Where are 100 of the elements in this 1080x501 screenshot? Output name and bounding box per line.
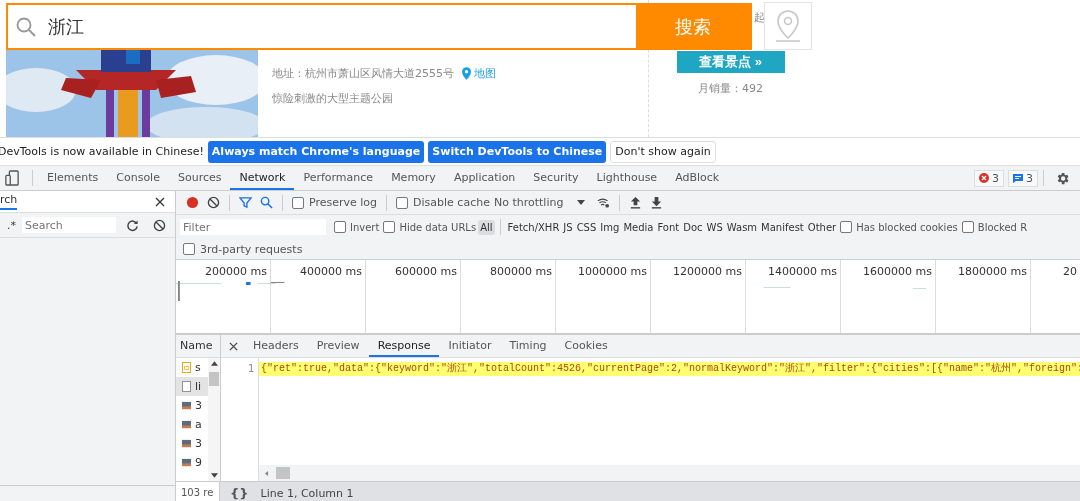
horizontal-scrollbar[interactable] [259,465,1080,481]
panel-tab[interactable]: Application [444,166,525,190]
detail-tab[interactable]: Headers [244,335,308,357]
line-number: 1 [247,363,254,374]
detail-tab[interactable]: Initiator [439,335,501,357]
type-filter-button[interactable]: Media [621,219,656,235]
request-row[interactable]: 3 [176,434,208,453]
timeline-tick-label: 600000 ms [395,265,457,278]
type-filter-button[interactable]: Fetch/XHR [505,219,562,235]
document-icon [182,381,191,392]
checkbox-option[interactable]: Disable cache [396,196,490,209]
filter-input[interactable]: Filter [180,219,326,235]
description-text: 惊险刺激的大型主题公园 [272,91,394,106]
device-toolbar-icon[interactable] [5,170,19,186]
checkbox-option[interactable]: 3rd-party requests [183,242,303,256]
type-filter-button[interactable]: CSS [574,219,599,235]
request-name: s [195,361,201,374]
type-filter-button[interactable]: Manifest [759,219,806,235]
search-panel-title: rch [0,193,18,210]
request-row[interactable]: a [176,415,208,434]
type-filter-button[interactable]: Other [805,219,839,235]
request-name: 3 [195,437,202,450]
download-icon[interactable] [650,196,664,209]
timeline-tick-label: 20 [1063,265,1077,278]
panel-tab[interactable]: Lighthouse [587,166,667,190]
panel-tab[interactable]: Sources [168,166,231,190]
type-filter-button[interactable]: WS [704,219,725,235]
caret-icon [577,200,586,205]
checkbox-option[interactable]: Invert [334,221,380,233]
timeline-tick-label: 1000000 ms [578,265,647,278]
scroll-down-arrow-icon[interactable] [210,473,218,478]
message-count-badge[interactable]: 3 [1008,169,1038,187]
name-column-header[interactable]: Name [176,335,220,358]
type-filter-button[interactable]: JS [561,219,575,235]
detail-tab[interactable]: Timing [500,335,556,357]
type-filter-button[interactable]: Font [655,219,682,235]
type-filter-button[interactable]: Img [598,219,622,235]
panel-tab[interactable]: Console [107,166,169,190]
detail-tab[interactable]: Preview [307,335,369,357]
monthly-sales-text: 月销量：492 [698,81,763,96]
scrollbar-thumb[interactable] [209,372,219,386]
panel-tab[interactable]: Performance [294,166,383,190]
script-file-icon [182,362,191,373]
checkbox-option[interactable]: Has blocked cookies [840,221,958,233]
image-thumbnail-icon [182,457,191,468]
language-button[interactable]: Don't show again [610,140,716,163]
panel-tab[interactable]: AdBlock [666,166,729,190]
close-icon[interactable] [155,196,165,207]
partial-label: 起 [754,10,765,25]
request-row[interactable]: li [176,377,208,396]
error-count-badge[interactable]: 3 [974,169,1004,187]
detail-tab[interactable]: Cookies [555,335,617,357]
request-name: li [195,380,202,393]
scrollbar-thumb[interactable] [276,467,290,479]
language-button[interactable]: Switch DevTools to Chinese [428,140,607,163]
upload-icon[interactable] [629,196,643,209]
search-input[interactable]: Search [22,217,116,233]
type-filter-button[interactable]: All [478,219,495,235]
image-thumbnail-icon [182,419,191,430]
throttling-dropdown[interactable]: No throttling [493,196,586,209]
search-icon [16,16,36,37]
scroll-left-arrow-icon[interactable] [263,470,270,476]
refresh-icon[interactable] [126,218,139,232]
settings-icon[interactable] [1055,170,1070,186]
panel-tab[interactable]: Security [524,166,588,190]
record-icon[interactable] [186,196,199,209]
checkbox-option[interactable]: Hide data URLs [383,221,477,233]
close-icon[interactable] [229,341,238,351]
timeline-tick-label: 200000 ms [205,265,267,278]
address-text: 地址：杭州市萧山区风情大道2555号 [272,66,454,81]
language-button[interactable]: Always match Chrome's language [207,140,425,163]
filter-icon[interactable] [239,196,252,209]
timeline-tick-label: 800000 ms [490,265,552,278]
panel-tab[interactable]: Memory [382,166,445,190]
request-row[interactable]: 3 [176,396,208,415]
type-filter-button[interactable]: Doc [681,219,705,235]
checkbox-option[interactable]: Preserve log [292,196,378,209]
cursor-position-text: Line 1, Column 1 [260,486,354,500]
search-icon[interactable] [260,196,273,209]
timeline-tick-label: 1800000 ms [958,265,1027,278]
clear-icon[interactable] [153,218,166,232]
pretty-print-button[interactable]: {} [230,485,249,501]
image-thumbnail-icon [182,438,191,449]
scroll-up-arrow-icon[interactable] [210,361,218,366]
request-row[interactable]: 9 [176,453,208,472]
map-pin-icon [462,67,471,80]
type-filter-button[interactable]: Wasm [724,219,760,235]
request-name: 9 [195,456,202,469]
request-name: 3 [195,399,202,412]
timeline-tick-label: 1600000 ms [863,265,932,278]
panel-tab[interactable]: Elements [38,166,108,190]
vertical-scrollbar[interactable] [208,358,220,481]
detail-tab[interactable]: Response [368,335,440,357]
wifi-settings-icon[interactable] [597,196,611,209]
clear-icon[interactable] [207,196,220,209]
request-row[interactable]: s [176,358,208,377]
timeline-tick-label: 400000 ms [300,265,362,278]
regex-toggle[interactable]: .* [7,218,16,232]
image-thumbnail-icon [182,400,191,411]
checkbox-option[interactable]: Blocked R [961,221,1028,233]
